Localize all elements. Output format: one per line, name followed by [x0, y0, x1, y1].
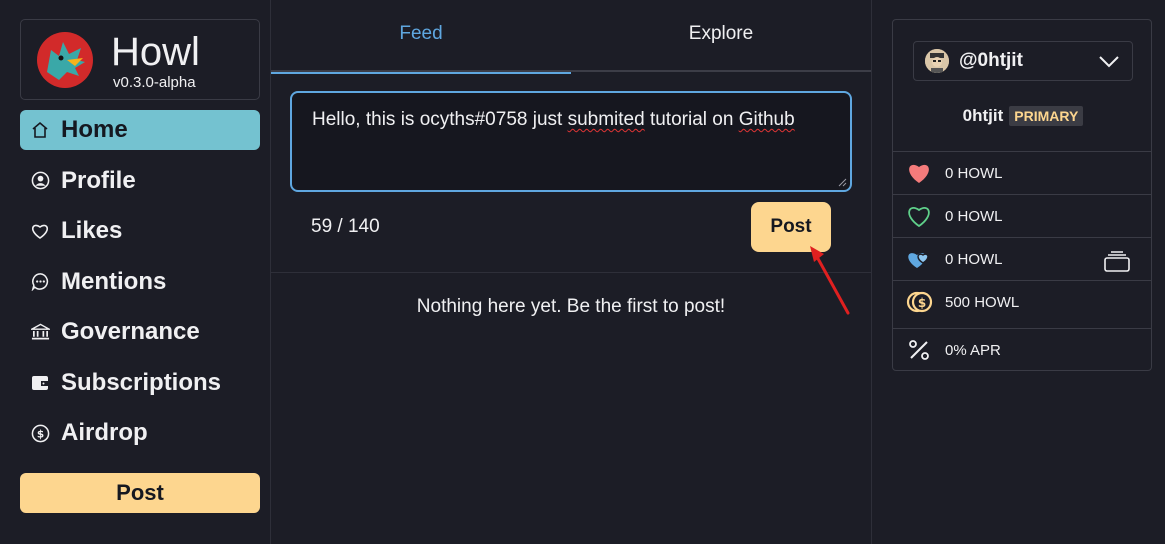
- sidebar-item-label: Governance: [61, 318, 200, 345]
- sidebar-nav: Home Profile Likes Mentions Governance S…: [20, 110, 260, 464]
- brand-card[interactable]: Howl v0.3.0-alpha: [20, 19, 260, 100]
- sidebar-item-subscriptions[interactable]: Subscriptions: [20, 363, 260, 403]
- annotation-arrow-icon: [810, 246, 850, 315]
- stat-row: $ 500 HOWL: [893, 280, 1151, 323]
- sidebar: Howl v0.3.0-alpha Home Profile Likes Men…: [0, 0, 271, 544]
- stat-value: 0% APR: [945, 341, 1001, 359]
- chat-bubble-icon: [30, 272, 50, 292]
- svg-text:$: $: [918, 296, 926, 310]
- composer-text: Hello, this is ocyths#0758 just: [312, 109, 568, 130]
- home-icon: [30, 120, 50, 140]
- sidebar-item-label: Likes: [61, 217, 123, 244]
- brand-version: v0.3.0-alpha: [113, 74, 196, 91]
- primary-badge: PRIMARY: [1009, 106, 1084, 126]
- stack-icon[interactable]: [1103, 250, 1131, 272]
- account-panel: @0htjit 0htjit PRIMARY 0 HOWL 0 HOWL 0 H…: [892, 19, 1152, 371]
- app-root: Howl v0.3.0-alpha Home Profile Likes Men…: [0, 0, 1165, 544]
- sidebar-item-label: Airdrop: [61, 419, 148, 446]
- stat-row: 0 HOWL: [893, 237, 1151, 280]
- sidebar-item-label: Subscriptions: [61, 368, 222, 396]
- account-selector[interactable]: @0htjit: [913, 41, 1133, 81]
- stat-value: 0 HOWL: [945, 164, 1003, 182]
- sidebar-item-mentions[interactable]: Mentions: [20, 262, 260, 302]
- sidebar-item-profile[interactable]: Profile: [20, 161, 260, 201]
- primary-account-row: 0htjit PRIMARY: [893, 106, 1153, 126]
- divider: [271, 272, 871, 273]
- post-textarea[interactable]: Hello, this is ocyths#0758 just submited…: [290, 91, 852, 192]
- stat-value: 0 HOWL: [945, 250, 1003, 268]
- stat-row: 0 HOWL: [893, 151, 1151, 194]
- bank-icon: [30, 322, 50, 342]
- account-name: 0htjit: [962, 106, 1004, 125]
- avatar: [925, 49, 949, 73]
- sidebar-item-home[interactable]: Home: [20, 110, 260, 150]
- stat-value: 0 HOWL: [945, 207, 1003, 225]
- tab-feed[interactable]: Feed: [271, 0, 571, 74]
- wallet-icon: [30, 373, 50, 393]
- coins-icon: $: [905, 288, 933, 316]
- heart-icon: [30, 221, 50, 241]
- sidebar-item-governance[interactable]: Governance: [20, 312, 260, 352]
- percent-icon: [905, 336, 933, 364]
- sidebar-item-label: Home: [61, 116, 128, 143]
- divider: [871, 0, 872, 544]
- filled-heart-icon: [905, 159, 933, 187]
- feed-tabs: Feed Explore: [271, 0, 871, 74]
- stat-value: 500 HOWL: [945, 293, 1020, 311]
- character-counter: 59 / 140: [311, 216, 380, 237]
- empty-feed-message: Nothing here yet. Be the first to post!: [416, 296, 726, 317]
- coin-icon: $: [30, 423, 50, 443]
- stat-row: 0% APR: [893, 328, 1151, 371]
- sidebar-item-label: Mentions: [61, 267, 167, 295]
- stat-row: 0 HOWL: [893, 194, 1151, 237]
- resize-grip-icon[interactable]: [838, 178, 847, 187]
- outline-heart-icon: [905, 202, 933, 230]
- sidebar-item-label: Profile: [61, 166, 136, 194]
- composer-misspelled-word: submited: [567, 109, 645, 130]
- account-handle: @0htjit: [959, 50, 1023, 71]
- sidebar-post-button[interactable]: Post: [20, 473, 260, 513]
- svg-text:$: $: [36, 428, 43, 440]
- hearts-icon: [905, 245, 933, 273]
- profile-icon: [30, 171, 50, 191]
- sidebar-item-airdrop[interactable]: $ Airdrop: [20, 413, 260, 453]
- chevron-down-icon: [1099, 56, 1119, 68]
- composer-text: tutorial on: [644, 109, 739, 130]
- brand-name: Howl: [111, 30, 200, 74]
- tab-explore[interactable]: Explore: [571, 0, 871, 72]
- howl-logo-icon: [37, 32, 93, 88]
- feed-column: Feed Explore Hello, this is ocyths#0758 …: [271, 0, 871, 544]
- sidebar-item-likes[interactable]: Likes: [20, 211, 260, 251]
- composer-misspelled-word: Github: [738, 109, 795, 130]
